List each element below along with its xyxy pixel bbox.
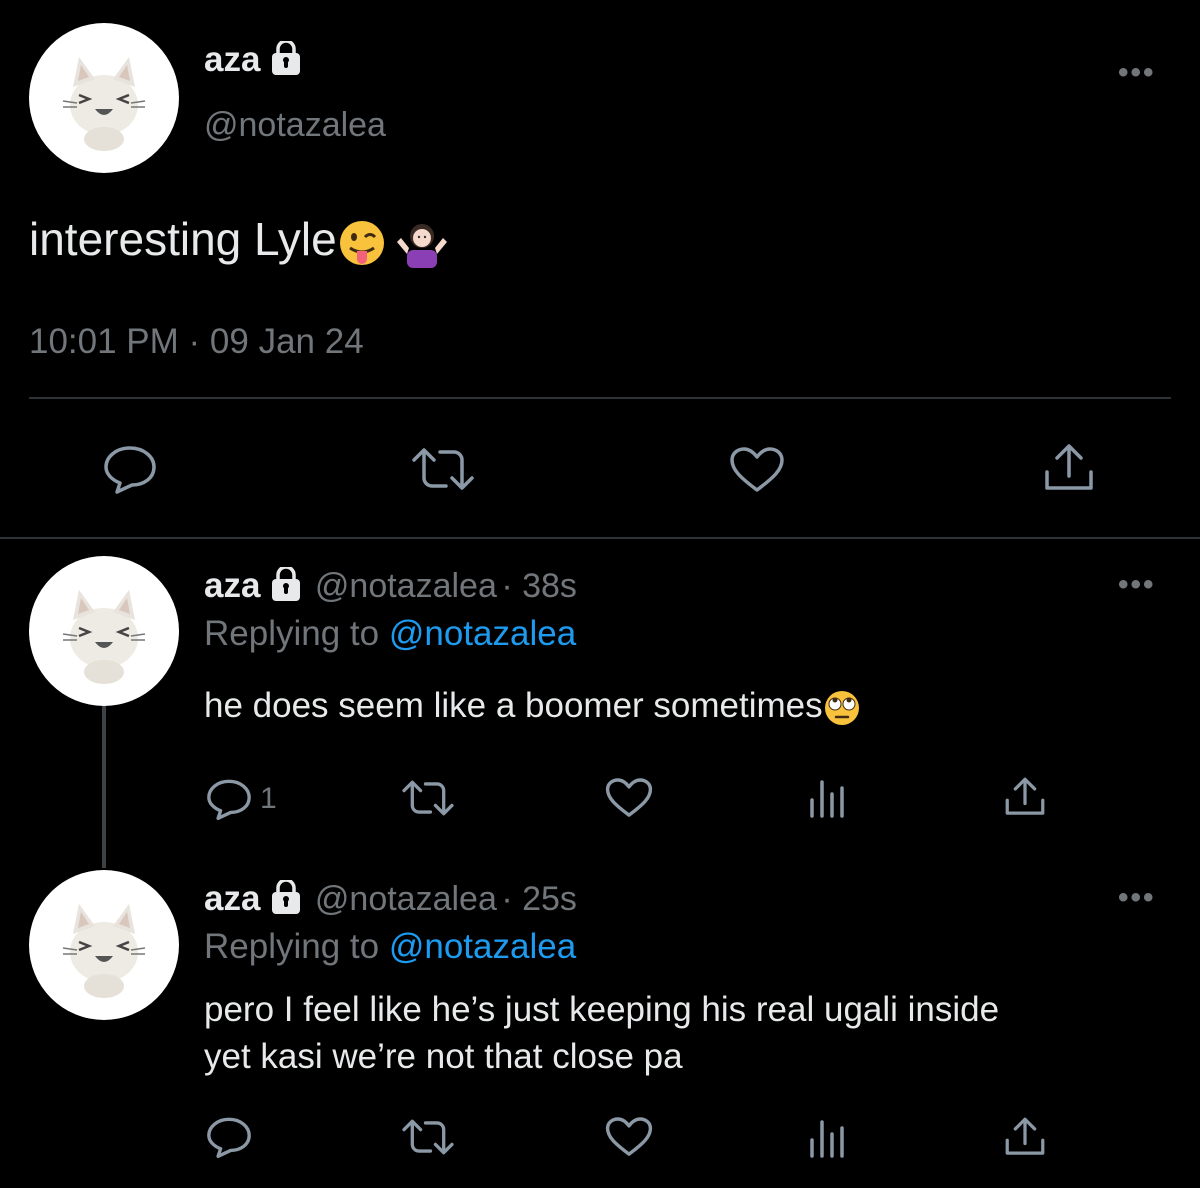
tongue-out-face-icon [339, 220, 384, 265]
tweet-text: interesting Lyle [29, 213, 337, 265]
reply-button[interactable]: 1 [206, 778, 277, 820]
author-name[interactable]: aza [204, 879, 260, 918]
retweet-icon [402, 780, 454, 816]
reply-button[interactable] [206, 1116, 260, 1158]
like-button[interactable] [605, 1116, 653, 1158]
timestamp[interactable]: 10:01 PM · 09 Jan 24 [29, 322, 364, 362]
reply-button[interactable] [103, 444, 157, 494]
heart-icon [605, 778, 653, 817]
author-handle[interactable]: @notazalea [315, 567, 497, 605]
heart-icon [605, 1117, 653, 1156]
author-handle[interactable]: @notazalea [204, 106, 386, 145]
reply-text: he does seem like a boomer sometimes [204, 686, 823, 725]
heart-icon [730, 447, 784, 492]
replying-to-link[interactable]: @notazalea [389, 927, 576, 966]
replying-to-row: Replying to @notazalea [204, 927, 576, 967]
share-icon [1005, 1117, 1045, 1155]
reply-icon [207, 779, 251, 820]
like-button[interactable] [605, 777, 653, 819]
section-divider [0, 537, 1200, 539]
share-button[interactable] [1004, 1116, 1046, 1158]
reply-header: aza @notazalea · 38s [204, 566, 577, 606]
divider [29, 397, 1171, 399]
lock-icon [270, 41, 303, 75]
share-icon [1045, 444, 1093, 490]
avatar[interactable] [29, 23, 179, 173]
tweet-text-row: interesting Lyle [29, 212, 449, 268]
more-options-icon[interactable]: ••• [1118, 881, 1156, 915]
lock-icon [270, 880, 303, 914]
reply-count: 1 [260, 782, 277, 815]
avatar[interactable] [29, 870, 179, 1020]
author-name[interactable]: aza [204, 566, 260, 605]
analytics-button[interactable] [808, 1116, 848, 1158]
plush-cat-avatar-icon [61, 588, 147, 686]
plush-cat-avatar-icon [61, 55, 147, 153]
shrugging-woman-icon [396, 223, 447, 268]
reply-time[interactable]: · 38s [501, 567, 577, 605]
analytics-icon [810, 1120, 844, 1158]
avatar[interactable] [29, 556, 179, 706]
retweet-button[interactable] [400, 1118, 456, 1156]
replying-label: Replying to [204, 927, 380, 966]
plush-cat-avatar-icon [61, 902, 147, 1000]
reply-text-line-1: pero I feel like he’s just keeping his r… [204, 990, 1000, 1029]
analytics-icon [810, 780, 844, 818]
retweet-button[interactable] [400, 779, 456, 817]
lock-icon [270, 567, 303, 601]
share-button[interactable] [1004, 776, 1046, 818]
like-button[interactable] [729, 446, 785, 494]
reply-text-line-2: yet kasi we’re not that close pa [204, 1037, 683, 1076]
reply-header: aza @notazalea · 25s [204, 879, 577, 919]
retweet-button[interactable] [410, 446, 476, 492]
replying-label: Replying to [204, 614, 380, 653]
reply-time[interactable]: · 25s [501, 880, 577, 918]
reply-icon [207, 1117, 251, 1158]
share-button[interactable] [1043, 442, 1095, 494]
more-options-icon[interactable]: ••• [1118, 568, 1156, 602]
eye-roll-face-icon [824, 690, 859, 725]
replying-to-row: Replying to @notazalea [204, 614, 576, 654]
retweet-icon [412, 448, 474, 490]
replying-to-link[interactable]: @notazalea [389, 614, 576, 653]
share-icon [1005, 777, 1045, 815]
analytics-button[interactable] [808, 776, 848, 818]
more-options-icon[interactable]: ••• [1118, 56, 1156, 90]
author-name[interactable]: aza [204, 40, 260, 79]
reply-text-row: he does seem like a boomer sometimes [204, 686, 861, 727]
retweet-icon [402, 1119, 454, 1155]
author-handle[interactable]: @notazalea [315, 880, 497, 918]
thread-line [102, 706, 106, 868]
author-row: aza [204, 40, 303, 80]
reply-icon [104, 446, 156, 494]
